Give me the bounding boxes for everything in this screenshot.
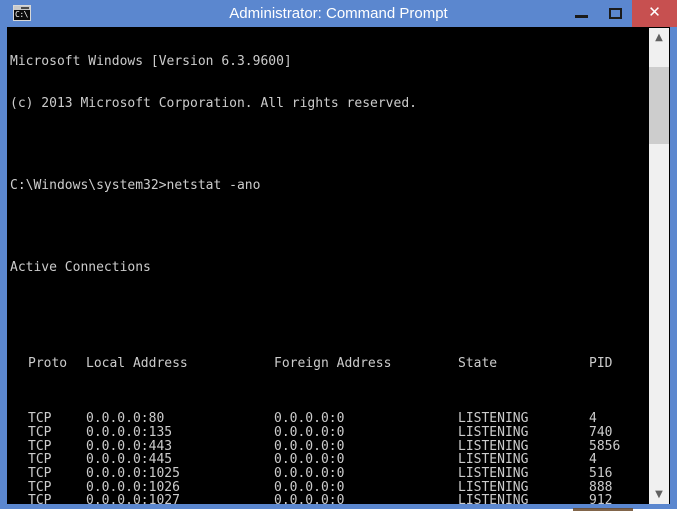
header-pid: PID — [589, 356, 613, 372]
minimize-icon — [575, 15, 588, 18]
cell-local-address: 0.0.0.0:1026 — [86, 479, 180, 495]
cell-state: LISTENING — [458, 411, 529, 427]
cell-local-address: 0.0.0.0:80 — [86, 411, 165, 427]
header-state: State — [458, 356, 498, 372]
cell-foreign-address: 0.0.0.0:0 — [274, 411, 345, 427]
table-row: TCP 0.0.0.0:1027 0.0.0.0:0 LISTENING 912 — [10, 494, 646, 504]
close-icon: ✕ — [648, 4, 661, 21]
header-proto: Proto — [28, 356, 68, 372]
cell-pid: 4 — [589, 411, 597, 427]
close-button[interactable]: ✕ — [632, 0, 677, 27]
cell-foreign-address: 0.0.0.0:0 — [274, 452, 345, 468]
command-line: C:\Windows\system32>netstat -ano — [10, 177, 261, 193]
cell-proto: TCP — [28, 411, 52, 427]
cell-pid: 740 — [589, 424, 613, 440]
cell-state: LISTENING — [458, 466, 529, 481]
cell-local-address: 0.0.0.0:135 — [86, 424, 173, 440]
table-row: TCP 0.0.0.0:135 0.0.0.0:0 LISTENING 740 — [10, 426, 646, 440]
banner-line: (c) 2013 Microsoft Corporation. All righ… — [10, 95, 417, 111]
cell-state: LISTENING — [458, 493, 529, 504]
header-foreign: Foreign Address — [274, 356, 392, 372]
cell-foreign-address: 0.0.0.0:0 — [274, 466, 345, 481]
title-bar[interactable]: C:\ Administrator: Command Prompt ✕ — [0, 0, 677, 27]
table-row: TCP 0.0.0.0:1026 0.0.0.0:0 LISTENING 888 — [10, 479, 646, 495]
scroll-down-arrow-icon[interactable]: ▼ — [649, 485, 669, 504]
table-row: TCP 0.0.0.0:445 0.0.0.0:0 LISTENING 4 — [10, 453, 646, 467]
vertical-scrollbar[interactable]: ▲ ▼ — [649, 28, 669, 504]
cell-proto: TCP — [28, 452, 52, 468]
cell-pid: 4 — [589, 452, 597, 468]
console-output-area[interactable]: Microsoft Windows [Version 6.3.9600] (c)… — [7, 27, 670, 504]
cell-proto: TCP — [28, 466, 52, 481]
cell-foreign-address: 0.0.0.0:0 — [274, 438, 345, 454]
cell-state: LISTENING — [458, 424, 529, 440]
cell-proto: TCP — [28, 424, 52, 440]
cell-pid: 5856 — [589, 438, 621, 454]
cell-proto: TCP — [28, 479, 52, 495]
table-header-row: Proto Local Address Foreign Address Stat… — [10, 357, 646, 371]
minimize-button[interactable] — [566, 0, 596, 27]
table-row: TCP 0.0.0.0:80 0.0.0.0:0 LISTENING 4 — [10, 412, 646, 426]
scrollbar-thumb[interactable] — [649, 67, 669, 144]
scroll-up-arrow-icon[interactable]: ▲ — [649, 28, 669, 47]
cell-local-address: 0.0.0.0:1027 — [86, 493, 180, 504]
cell-local-address: 0.0.0.0:443 — [86, 438, 173, 454]
cell-state: LISTENING — [458, 479, 529, 495]
cell-foreign-address: 0.0.0.0:0 — [274, 424, 345, 440]
table-row: TCP 0.0.0.0:443 0.0.0.0:0 LISTENING 5856 — [10, 438, 646, 454]
cell-pid: 888 — [589, 479, 613, 495]
cell-foreign-address: 0.0.0.0:0 — [274, 493, 345, 504]
cell-foreign-address: 0.0.0.0:0 — [274, 479, 345, 495]
cell-state: LISTENING — [458, 452, 529, 468]
cell-state: LISTENING — [458, 438, 529, 454]
maximize-icon — [609, 8, 622, 19]
console-icon-prompt: C:\ — [15, 10, 28, 19]
section-title: Active Connections — [10, 260, 151, 276]
cell-local-address: 0.0.0.0:1025 — [86, 466, 180, 481]
command-prompt-window: C:\ Administrator: Command Prompt ✕ Micr… — [0, 0, 677, 511]
scrollbar-track[interactable] — [649, 47, 669, 485]
header-local: Local Address — [86, 356, 188, 372]
connection-table: TCP 0.0.0.0:80 0.0.0.0:0 LISTENING 4 TCP 0.0.0… — [10, 412, 646, 504]
banner-line: Microsoft Windows [Version 6.3.9600] — [10, 54, 292, 70]
maximize-button[interactable] — [600, 0, 630, 27]
cell-local-address: 0.0.0.0:445 — [86, 452, 173, 468]
console-text: Microsoft Windows [Version 6.3.9600] (c)… — [10, 28, 646, 504]
console-icon[interactable]: C:\ — [13, 5, 31, 21]
cell-pid: 912 — [589, 493, 613, 504]
cell-pid: 516 — [589, 466, 613, 481]
cell-proto: TCP — [28, 493, 52, 504]
cell-proto: TCP — [28, 438, 52, 454]
table-row: TCP 0.0.0.0:1025 0.0.0.0:0 LISTENING 516 — [10, 467, 646, 481]
